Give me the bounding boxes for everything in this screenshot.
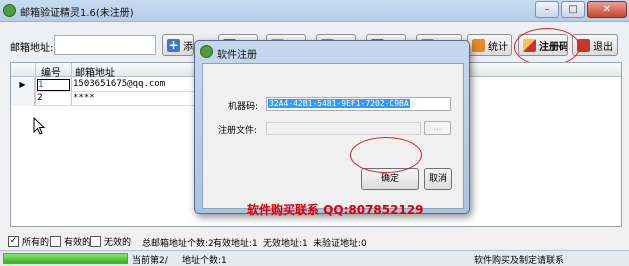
exit-label: 退出 [593,41,613,53]
filter-invalid[interactable]: 无效的 [90,235,131,248]
add-button[interactable]: + 添加 [162,34,194,56]
row-indicator [11,92,35,106]
email-input[interactable] [54,35,156,55]
register-file-field[interactable] [266,122,421,135]
cancel-button[interactable]: 取消 [424,168,452,190]
dialog-body: 机器码: 32A4-42B1-5481-9EF1-7202-C9BA 注册文件:… [202,63,464,217]
window-title: 邮箱验证精灵1.6(未注册) [20,8,134,19]
filter-valid[interactable]: 有效的 [50,235,91,248]
row-number-cell[interactable]: 1 [37,79,70,91]
row-number-cell[interactable]: 2 [37,93,70,105]
filter-bar: ✓ 所有的 有效的 无效的 总邮箱地址个数:2 有效地址:1 无效地址:1 未验… [0,232,629,250]
exit-icon [577,38,590,52]
stat-unverified: 未验证地址:0 [313,239,367,249]
mouse-cursor-icon [33,117,45,135]
status-address-count: 地址个数:1 [182,256,227,266]
table-row[interactable]: ▶ 1 1503651675@qq.com [11,78,194,92]
row-email-cell[interactable]: **** [73,93,95,103]
machine-code-field[interactable]: 32A4-42B1-5481-9EF1-7202-C9BA [266,97,451,111]
stat-total: 总邮箱地址个数:2 [142,239,214,249]
app-icon [3,4,16,17]
stat-valid: 有效地址:1 [213,239,258,249]
stats-button[interactable]: 统计 [467,34,512,56]
current-row-indicator: ▶ [11,78,35,92]
column-header-number[interactable]: 编号 [41,64,61,79]
exit-button[interactable]: 退出 [572,34,618,56]
filter-all-checkbox[interactable]: ✓ [8,236,19,247]
column-header-email[interactable]: 邮箱地址 [75,64,115,79]
register-code-label: 注册码 [539,41,568,53]
title-bar: 邮箱验证精灵1.6(未注册) – □ ✕ [0,0,629,22]
stat-invalid: 无效地址:1 [263,239,308,249]
filter-all[interactable]: ✓ 所有的 [8,235,49,248]
add-label: 添加 [183,41,193,53]
filter-valid-label: 有效的 [64,238,92,248]
filter-all-label: 所有的 [22,238,50,248]
pen-icon [523,38,536,52]
machine-code-label: 机器码: [228,102,259,112]
plus-icon: + [167,37,180,52]
ok-button[interactable]: 确定 [361,168,419,190]
stats-icon [472,38,485,52]
machine-code-value[interactable]: 32A4-42B1-5481-9EF1-7202-C9BA [268,99,410,108]
maximize-button[interactable]: □ [561,1,585,18]
browse-button[interactable]: ... [424,121,451,135]
email-label: 邮箱地址: [10,43,54,54]
register-code-button[interactable]: 注册码 [518,34,568,56]
dialog-app-icon [200,45,213,58]
window-controls: – □ ✕ [533,1,627,18]
stats-label: 统计 [488,41,508,53]
purchase-contact-text: 软件购买联系 QQ:807852129 [247,203,424,217]
register-dialog: 软件注册 机器码: 32A4-42B1-5481-9EF1-7202-C9BA … [194,40,470,217]
minimize-button[interactable]: – [535,1,559,18]
filter-valid-checkbox[interactable] [50,236,61,247]
progress-fill [4,254,127,263]
filter-invalid-checkbox[interactable] [90,236,101,247]
status-bar: 当前第2/ 地址个数:1 软件购买及制定请联系QQ:807852129 [0,250,629,266]
status-current: 当前第2/ [132,256,168,266]
dialog-title: 软件注册 [217,50,257,61]
filter-invalid-label: 无效的 [104,238,132,248]
close-button[interactable]: ✕ [587,1,627,18]
progress-bar [3,253,128,264]
row-email-cell[interactable]: 1503651675@qq.com [73,79,165,89]
table-row[interactable]: 2 **** [11,92,194,106]
register-file-label: 注册文件: [218,126,258,136]
status-contact: 软件购买及制定请联系QQ:807852129 [474,256,565,266]
